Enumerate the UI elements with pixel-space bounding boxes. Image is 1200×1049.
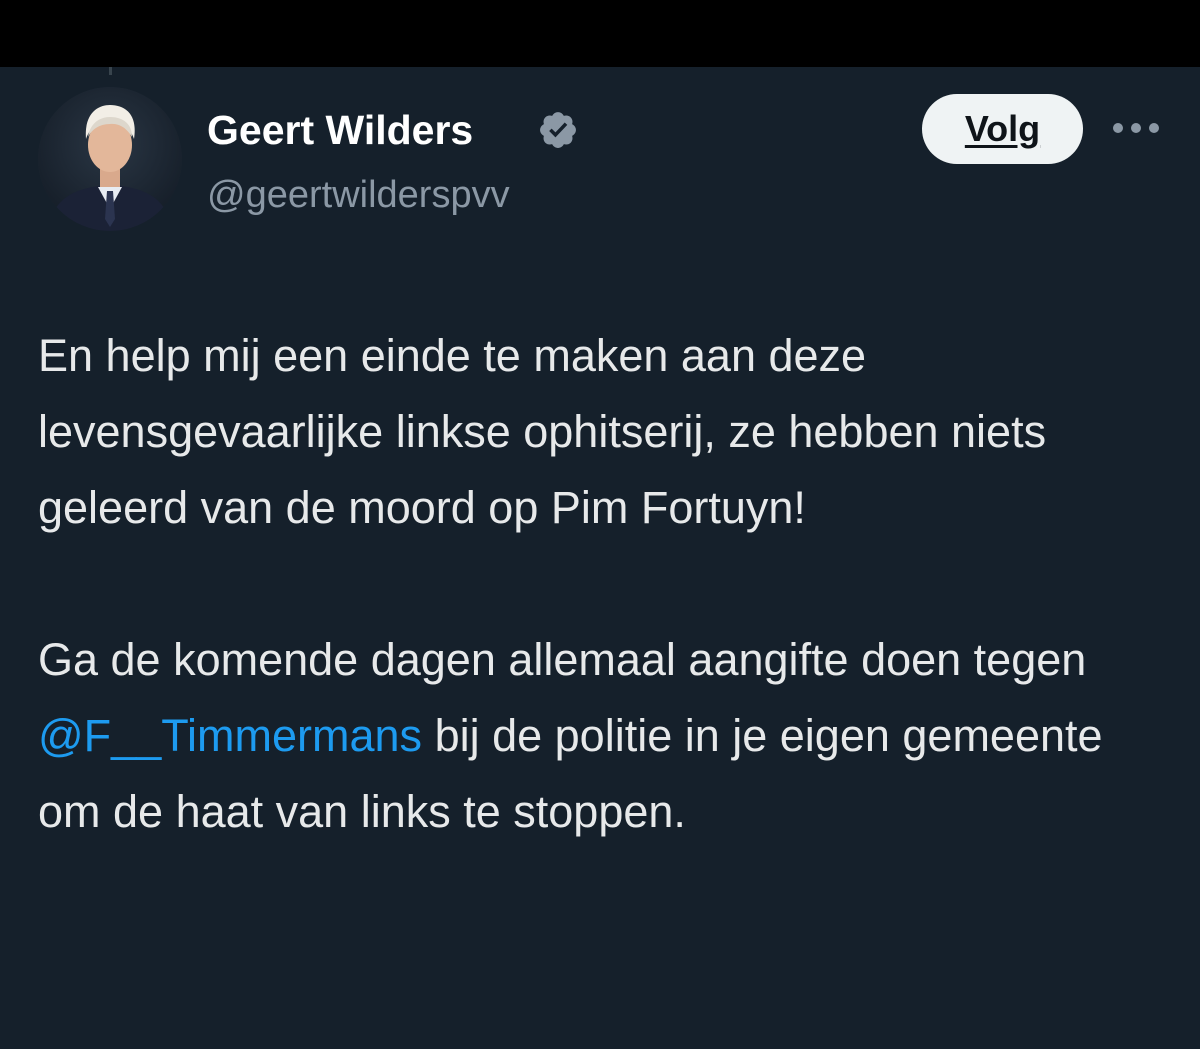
verified-badge-icon[interactable] xyxy=(537,109,579,151)
tweet-paragraph: En help mij een einde te maken aan deze … xyxy=(38,330,1047,533)
avatar-portrait-icon xyxy=(38,87,182,231)
tweet-paragraph: Ga de komende dagen allemaal aangifte do… xyxy=(38,622,1158,850)
mention-link[interactable]: @F__Timmermans xyxy=(38,710,422,761)
tweet-text: En help mij een einde te maken aan deze … xyxy=(38,318,1158,850)
tweet-card: Geert Wilders @geertwilderspvv Volg En h… xyxy=(0,67,1200,1049)
avatar[interactable] xyxy=(38,87,182,231)
thread-line xyxy=(109,67,112,75)
author-handle[interactable]: @geertwilderspvv xyxy=(207,171,510,219)
more-horizontal-icon[interactable] xyxy=(1110,113,1162,143)
follow-button[interactable]: Volg xyxy=(922,94,1083,164)
tweet-text-segment: Ga de komende dagen allemaal aangifte do… xyxy=(38,634,1087,685)
screenshot-page: Geert Wilders @geertwilderspvv Volg En h… xyxy=(0,0,1200,1049)
author-display-name[interactable]: Geert Wilders xyxy=(207,105,473,155)
